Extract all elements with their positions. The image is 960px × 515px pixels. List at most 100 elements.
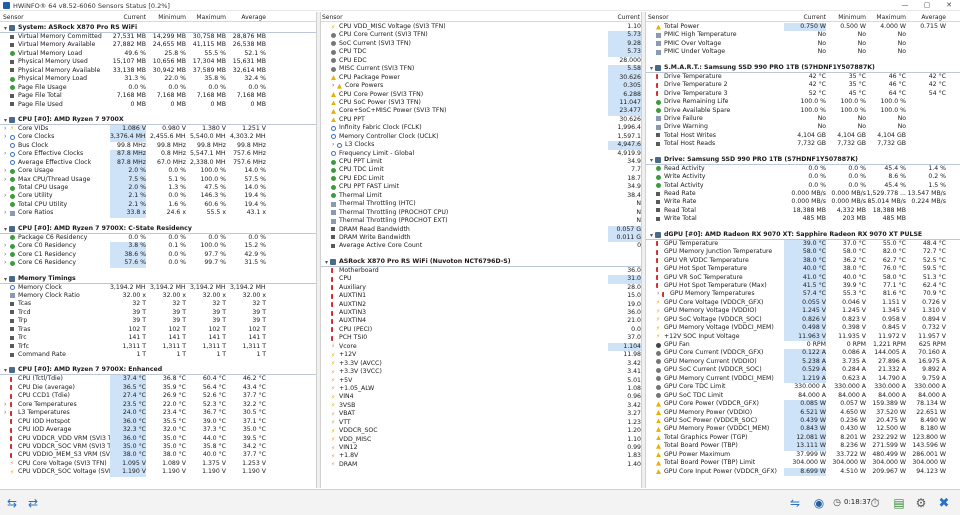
sensor-row[interactable]: Frequency Limit - Global 4,919.9 bbox=[321, 150, 641, 158]
expand-chevron-icon[interactable]: › bbox=[332, 82, 334, 90]
sensor-row[interactable]: Total CPU Usage 2.0 % 1.3 % 47.5 % 14.0 % bbox=[0, 184, 316, 193]
sensor-row[interactable]: Total Host Writes 4,104 GB 4,104 GB 4,104 G… bbox=[646, 132, 960, 140]
expand-chevron-icon[interactable]: › bbox=[4, 409, 6, 417]
col-average-header[interactable]: Average bbox=[230, 14, 266, 21]
col-sensor-header-2[interactable]: Sensor bbox=[322, 14, 343, 21]
sensor-row[interactable]: › Core Powers 0.305 bbox=[321, 82, 641, 91]
sensor-row[interactable]: Physical Memory Available 33,138 MB 30,942… bbox=[0, 67, 316, 75]
sensor-row[interactable]: GPU Memory Current (VDDCI_MEM) 1.219 A 0.6… bbox=[646, 374, 960, 384]
sensor-row[interactable]: Read Activity 0.0 % 0.0 % 45.4 % 1.4 % bbox=[646, 165, 960, 173]
sensor-row[interactable]: GPU Core Current (VDDCR_GFX) 0.122 A 0.086… bbox=[646, 349, 960, 358]
sensor-group-header[interactable]: ▾ S.M.A.R.T.: Samsung SSD 990 PRO 1TB (S7… bbox=[646, 63, 960, 73]
sensor-row[interactable]: CPU IOD Average 32.3 °C 32.0 °C 37.3 °C 35.0… bbox=[0, 426, 316, 435]
sensor-row[interactable]: ⚡ +1.05_ALW 1.08 bbox=[321, 385, 641, 393]
sensor-row[interactable]: Auxiliary 28.0 bbox=[321, 284, 641, 292]
maximize-button[interactable]: ▢ bbox=[922, 1, 932, 9]
sensor-row[interactable]: Tras 102 T 102 T 102 T 102 T bbox=[0, 326, 316, 334]
sensor-row[interactable]: GPU Core Input Power (VDDCR_GFX) 8.699 W 4… bbox=[646, 467, 960, 476]
sensor-row[interactable]: GPU Fan 0 RPM 0 RPM 1,221 RPM 625 RPM bbox=[646, 341, 960, 349]
sensor-row[interactable]: › Max CPU/Thread Usage 7.5 % 5.1 % 100.0 % 57… bbox=[0, 175, 316, 184]
sensor-group-header[interactable]: ▾ ASRock X870 Pro RS WiFi (Nuvoton NCT679… bbox=[321, 257, 641, 267]
sensor-row[interactable]: ⚡ Vcore 1.104 bbox=[321, 342, 641, 352]
sensor-row[interactable]: GPU SoC Current (VDDCR_SOC) 0.529 A 0.284 … bbox=[646, 366, 960, 375]
sensor-row[interactable]: Total Board Power (TBP) Limit 304.000 W 30… bbox=[646, 459, 960, 467]
sensor-row[interactable]: ⚡ GPU SoC Voltage (VDDCR_SOC) 0.826 V 0.823… bbox=[646, 315, 960, 325]
sensor-row[interactable]: Write Rate 0.000 MB/s 0.000 MB/s 85.014 MB/… bbox=[646, 198, 960, 206]
sensor-row[interactable]: Page File Total 7,168 MB 7,168 MB 7,168 MB 7… bbox=[0, 92, 316, 100]
sensor-row[interactable]: ⚡CPU VDDCR_SOC Voltage (SVI3 TFN)1.190 V… bbox=[0, 468, 316, 477]
expand-chevron-icon[interactable]: › bbox=[4, 251, 6, 259]
sensor-row[interactable]: ⚡ GPU Memory Voltage (VDDIO) 1.245 V 1.245 … bbox=[646, 307, 960, 316]
col-current-header[interactable]: Current bbox=[110, 14, 146, 21]
sensor-row[interactable]: AUXTIN1 15.0 bbox=[321, 292, 641, 300]
sensor-row[interactable]: GPU VR SoC Temperature 41.0 °C 40.0 °C 58.0… bbox=[646, 273, 960, 282]
sensor-row[interactable]: › L3 Clocks 4,947.6 bbox=[321, 141, 641, 150]
sensor-row[interactable]: CPU PPT Limit 34.9 bbox=[321, 158, 641, 166]
sensor-row[interactable]: PMIC Over Voltage No No No bbox=[646, 40, 960, 48]
sensor-row[interactable]: ⚡ GPU Core Voltage (VDDCR_GFX) 0.055 V 0.04… bbox=[646, 298, 960, 308]
sensor-row[interactable]: Thermal Limit 38.4 bbox=[321, 192, 641, 200]
sensor-row[interactable]: CPU EDC 28.000 bbox=[321, 57, 641, 65]
sensor-row[interactable]: Bus Clock 99.8 MHz 99.8 MHz 99.8 MHz 99.8 MH… bbox=[0, 142, 316, 150]
sensor-row[interactable]: ⚡ +12V SOC Input Voltage 11.963 V 11.935 V 1… bbox=[646, 332, 960, 341]
sensor-row[interactable]: ⚡ +1.8V 1.83 bbox=[321, 452, 641, 460]
sensor-row[interactable]: MISC Current (SVI3 TFN) 5.58 bbox=[321, 65, 641, 74]
sensor-row[interactable]: GPU Core Power (VDDCR_GFX) 0.085 W 0.057 W… bbox=[646, 400, 960, 409]
sensor-row[interactable]: ⚡ VDDCR_SOC 1.20 bbox=[321, 427, 641, 435]
expand-chevron-icon[interactable]: › bbox=[4, 125, 6, 133]
sensor-row[interactable]: Virtual Memory Load 49.6 % 25.8 % 55.5 % 52.… bbox=[0, 50, 316, 58]
sensor-group-header[interactable]: ▾ CPU [#0]: AMD Ryzen 7 9700X: C-State Re… bbox=[0, 224, 316, 234]
sensor-group-header[interactable]: ▾ Memory Timings bbox=[0, 274, 316, 284]
sensor-pane-3[interactable]: Total Power 0.750 W 0.500 W 4.000 W 0.715 W P… bbox=[646, 23, 960, 488]
col-minimum-header[interactable]: Minimum bbox=[150, 14, 186, 21]
sensor-row[interactable]: Drive Available Spare 100.0 % 100.0 % 100.0… bbox=[646, 107, 960, 115]
sensor-row[interactable]: Page File Usage 0.0 % 0.0 % 0.0 % 0.0 % bbox=[0, 84, 316, 92]
sensor-pane-1[interactable]: ▾ System: ASRock X870 Pro RS WiFi Virtual … bbox=[0, 23, 316, 488]
sensor-row[interactable]: Virtual Memory Committed 27,531 MB 14,299 … bbox=[0, 33, 316, 41]
sensor-row[interactable]: ⚡ +12V 11.98 bbox=[321, 351, 641, 359]
sensor-row[interactable]: CPU VDDCR_SOC VRM (SVI3 TFN) 35.0 °C 35.0 … bbox=[0, 442, 316, 452]
expand-chevron-icon[interactable]: › bbox=[4, 242, 6, 250]
sensor-row[interactable]: Command Rate 1 T 1 T 1 T 1 T bbox=[0, 351, 316, 359]
sensor-row[interactable]: GPU SoC Power (VDDCR_SOC) 0.439 W 0.236 W 2… bbox=[646, 416, 960, 426]
sensor-row[interactable]: › Core C6 Residency 57.6 % 0.0 % 99.7 % 31.5 … bbox=[0, 259, 316, 268]
sensor-row[interactable]: CPU (Tctl/Tdie) 37.4 °C 36.8 °C 60.4 °C 46.2… bbox=[0, 375, 316, 384]
sensor-row[interactable]: GPU Memory Current (VDDIO) 5.238 A 3.735 A… bbox=[646, 357, 960, 367]
sensor-row[interactable]: Infinity Fabric Clock (FCLK) 1,996.4 bbox=[321, 124, 641, 132]
sensor-row[interactable]: CPU VDDIO_MEM_S3 VRM (SVI3 TFN)38.0 °C38… bbox=[0, 451, 316, 460]
sensor-row[interactable]: Total Activity 0.0 % 0.0 % 45.4 % 1.5 % bbox=[646, 182, 960, 190]
sensor-group-header[interactable]: ▾ CPU [#0]: AMD Ryzen 7 9700X: Enhanced bbox=[0, 365, 316, 376]
sensor-row[interactable]: Package C6 Residency 0.0 % 0.0 % 0.0 % 0.0 % bbox=[0, 234, 316, 242]
sensor-row[interactable]: Total Power 0.750 W 0.500 W 4.000 W 0.715 W bbox=[646, 23, 960, 32]
sensor-row[interactable]: Drive Temperature 42 °C 35 °C 46 °C 42 °C bbox=[646, 73, 960, 81]
sensor-row[interactable]: CPU 31.0 bbox=[321, 275, 641, 284]
sensor-row[interactable]: CPU PPT FAST Limit 34.9 bbox=[321, 183, 641, 191]
stopwatch-icon[interactable]: ⏱ bbox=[866, 495, 884, 511]
sensor-pane-2[interactable]: ⚡ CPU VDD_MISC Voltage (SVI3 TFN) 1.10 CPU … bbox=[321, 23, 641, 488]
sensor-row[interactable]: ⚡ CPU Core Voltage (SVI3 TFN) 1.095 V 1.089… bbox=[0, 459, 316, 469]
sensor-row[interactable]: Read Rate 0.000 MB/s 0.000 MB/s 1,529.778 .… bbox=[646, 190, 960, 198]
sensor-row[interactable]: PCH TSI0 37.0 bbox=[321, 334, 641, 342]
sensor-row[interactable]: CPU PPT 30.626 bbox=[321, 116, 641, 124]
sensor-row[interactable]: › Core Usage 2.0 % 0.0 % 100.0 % 14.0 % bbox=[0, 167, 316, 176]
sensor-row[interactable]: Drive Failure No No No bbox=[646, 115, 960, 123]
sensor-row[interactable]: › Core C0 Residency 3.8 % 0.1 % 100.0 % 15.2 … bbox=[0, 242, 316, 251]
col-minimum-header-3[interactable]: Minimum bbox=[824, 14, 866, 21]
sensor-row[interactable]: ⚡ +3.3V (3VCC) 3.41 bbox=[321, 368, 641, 376]
settings-gear-icon[interactable]: ⚙ bbox=[912, 495, 930, 511]
expand-chevron-icon[interactable]: › bbox=[4, 150, 6, 158]
expand-chevron-icon[interactable]: › bbox=[4, 209, 6, 217]
sensor-row[interactable]: Tcas 32 T 32 T 32 T 32 T bbox=[0, 300, 316, 308]
sensor-row[interactable]: ⚡ DRAM 1.40 bbox=[321, 461, 641, 469]
sensor-row[interactable]: AUXTIN4 21.0 bbox=[321, 317, 641, 325]
sensor-group-header[interactable]: ▾ Drive: Samsung SSD 990 PRO 1TB (S7HDNF1… bbox=[646, 155, 960, 165]
sensor-row[interactable]: ⚡ 3VSB 3.42 bbox=[321, 402, 641, 410]
sensor-row[interactable]: ⚡ GPU Memory Voltage (VDDCI_MEM) 0.498 V 0.… bbox=[646, 324, 960, 333]
sensor-row[interactable]: ⚡ VIN12 0.99 bbox=[321, 444, 641, 452]
sensor-row[interactable]: CPU (PECI) 0.0 bbox=[321, 326, 641, 334]
sensor-row[interactable]: Thermal Throttling (PROCHOT CPU) N bbox=[321, 209, 641, 217]
sensor-row[interactable]: Total Board Power (TBP) 13.111 W 8.236 W 27… bbox=[646, 442, 960, 451]
sensor-row[interactable]: › ⚡ Core VIDs 1.086 V 0.980 V 1.380 V 1.251 V bbox=[0, 124, 316, 134]
expand-chevron-icon[interactable]: › bbox=[4, 259, 6, 267]
expand-chevron-icon[interactable]: › bbox=[4, 192, 6, 200]
